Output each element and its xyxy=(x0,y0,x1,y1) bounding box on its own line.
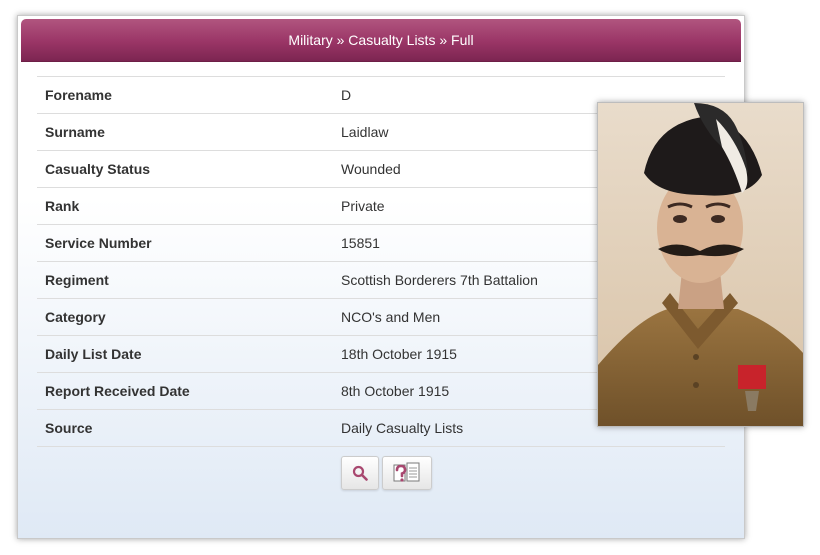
help-document-button[interactable] xyxy=(382,456,432,490)
row-value: 8th October 1915 xyxy=(341,383,450,399)
search-button[interactable] xyxy=(341,456,379,490)
row-label: Surname xyxy=(45,124,105,140)
row-label: Casualty Status xyxy=(45,161,151,177)
row-value: Daily Casualty Lists xyxy=(341,420,464,436)
row-label: Forename xyxy=(45,87,112,103)
row-label: Report Received Date xyxy=(45,383,190,399)
panel-header-breadcrumb: Military » Casualty Lists » Full xyxy=(21,19,741,62)
row-value: D xyxy=(341,87,352,103)
row-value: Private xyxy=(341,198,385,214)
soldier-portrait-image xyxy=(598,103,803,426)
row-value: Scottish Borderers 7th Battalion xyxy=(341,272,538,288)
row-label: Daily List Date xyxy=(45,346,142,362)
help-document-icon xyxy=(393,462,420,482)
row-label: Regiment xyxy=(45,272,109,288)
search-icon xyxy=(352,465,368,481)
row-label: Rank xyxy=(45,198,80,214)
row-label: Service Number xyxy=(45,235,152,251)
soldier-portrait-photo xyxy=(597,102,804,427)
row-value: Wounded xyxy=(341,161,401,177)
row-value: Laidlaw xyxy=(341,124,389,140)
row-value: 15851 xyxy=(341,235,380,251)
row-value: NCO's and Men xyxy=(341,309,441,325)
row-label: Source xyxy=(45,420,93,436)
row-value: 18th October 1915 xyxy=(341,346,457,362)
row-label: Category xyxy=(45,309,106,325)
